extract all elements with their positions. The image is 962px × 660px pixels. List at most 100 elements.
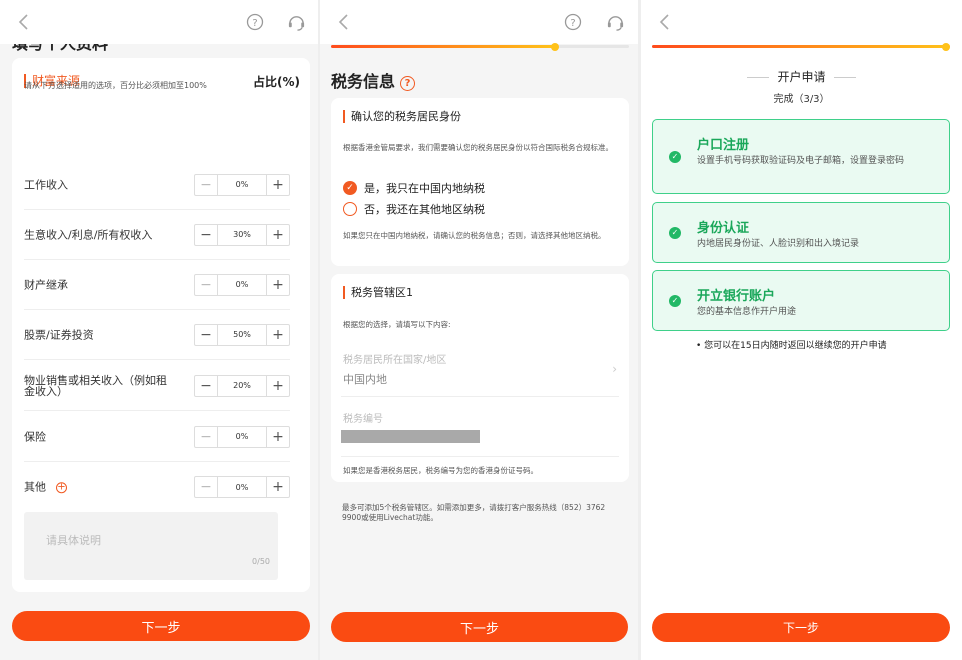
wealth-row: 其他 + − 0% + bbox=[24, 462, 290, 512]
next-button[interactable]: 下一步 bbox=[652, 613, 950, 642]
radio-empty-icon bbox=[343, 202, 357, 216]
wealth-row: 物业销售或相关收入（例如租金收入） − 20% + bbox=[24, 361, 290, 411]
wealth-row: 保险 − 0% + bbox=[24, 412, 290, 462]
footer-note: 最多可添加5个税务管辖区。如需添加更多，请拨打客户服务热线（852）3762 9… bbox=[342, 503, 606, 522]
question-circle-icon[interactable]: ? bbox=[400, 76, 416, 91]
headset-icon[interactable] bbox=[606, 13, 625, 32]
wealth-row: 工作收入 − 0% + bbox=[24, 160, 290, 210]
percent-stepper: − 0% + bbox=[194, 476, 290, 498]
step-title: 户口注册 bbox=[697, 138, 750, 153]
wealth-row: 股票/证券投资 − 50% + bbox=[24, 310, 290, 360]
card-description: 根据香港金管局要求，我们需要确认您的税务居民身份以符合国际税务合规标准。 bbox=[343, 143, 613, 152]
check-circle-icon: ✓ bbox=[669, 226, 681, 239]
radio-option-no[interactable]: 否，我还在其他地区纳税 bbox=[343, 201, 485, 217]
percent-value[interactable]: 0% bbox=[217, 174, 267, 195]
panel-tax-info: ? 税务信息? 确认您的税务居民身份 根据香港金管局要求，我们需要确认您的税务居… bbox=[320, 0, 638, 660]
percent-stepper: − 30% + bbox=[194, 223, 290, 246]
divider bbox=[341, 456, 619, 457]
percent-value[interactable]: 0% bbox=[217, 477, 267, 497]
title-rule bbox=[747, 77, 770, 78]
percent-stepper: − 0% + bbox=[194, 425, 290, 448]
row-label: 股票/证券投资 bbox=[24, 328, 94, 341]
percent-stepper: − 0% + bbox=[194, 273, 290, 296]
title-text: 开户申请 bbox=[777, 70, 826, 84]
row-label: 保险 bbox=[24, 430, 46, 443]
svg-text:?: ? bbox=[570, 18, 575, 29]
plus-button[interactable]: + bbox=[267, 275, 289, 295]
svg-text:?: ? bbox=[252, 18, 257, 29]
plus-button[interactable]: + bbox=[267, 225, 289, 245]
panel-application: 开户申请 完成（3/3） ✓ 户口注册 设置手机号码获取验证码及电子邮箱，设置登… bbox=[641, 0, 962, 660]
card-description: 根据您的选择，请填写以下内容: bbox=[343, 320, 451, 329]
percentage-header: 占比(%) bbox=[253, 75, 300, 89]
chevron-right-icon[interactable]: › bbox=[612, 362, 617, 376]
row-label-other: 其他 + bbox=[24, 481, 179, 493]
percent-value[interactable]: 0% bbox=[217, 426, 267, 447]
card-note: 如果您只在中国内地纳税，请确认您的税务信息；否则，请选择其他地区纳税。 bbox=[343, 231, 606, 240]
percent-stepper: − 50% + bbox=[194, 323, 290, 346]
minus-button[interactable]: − bbox=[195, 477, 217, 497]
progress-fill bbox=[652, 45, 950, 48]
chevron-left-icon[interactable] bbox=[334, 12, 354, 32]
page-subtitle: 完成（3/3） bbox=[773, 94, 830, 105]
step-title: 身份认证 bbox=[697, 221, 750, 236]
row-label: 财产继承 bbox=[24, 278, 68, 291]
tax-number-label: 税务编号 bbox=[343, 414, 383, 425]
minus-button[interactable]: − bbox=[195, 427, 217, 447]
question-circle-icon[interactable]: ? bbox=[246, 13, 264, 31]
percent-value[interactable]: 20% bbox=[217, 375, 267, 396]
char-counter: 0/50 bbox=[252, 557, 270, 566]
chevron-left-icon[interactable] bbox=[655, 12, 675, 32]
tax-number-input[interactable] bbox=[341, 430, 480, 443]
plus-button[interactable]: + bbox=[267, 325, 289, 345]
percent-value[interactable]: 30% bbox=[217, 224, 267, 245]
other-description-input[interactable]: 请具体说明 0/50 bbox=[24, 512, 278, 580]
step-desc: 内地居民身份证、人脸识别和出入境记录 bbox=[697, 239, 860, 249]
tax-residency-card: 确认您的税务居民身份 根据香港金管局要求，我们需要确认您的税务居民身份以符合国际… bbox=[331, 98, 629, 266]
chevron-left-icon[interactable] bbox=[14, 12, 34, 32]
radio-label: 否，我还在其他地区纳税 bbox=[364, 203, 485, 216]
check-circle-icon: ✓ bbox=[669, 294, 681, 307]
plus-button[interactable]: + bbox=[267, 376, 289, 396]
step-card: ✓ 户口注册 设置手机号码获取验证码及电子邮箱，设置登录密码 bbox=[652, 119, 950, 194]
row-label: 工作收入 bbox=[24, 178, 68, 191]
step-desc: 设置手机号码获取验证码及电子邮箱，设置登录密码 bbox=[697, 156, 905, 166]
tax-jurisdiction-card: 税务管辖区1 根据您的选择，请填写以下内容: 税务居民所在国家/地区 中国内地 … bbox=[331, 274, 629, 482]
country-select[interactable]: 中国内地 bbox=[343, 371, 387, 387]
plus-button[interactable]: + bbox=[267, 175, 289, 195]
step-card: ✓ 开立银行账户 您的基本信息作开户用途 bbox=[652, 270, 950, 331]
minus-button[interactable]: − bbox=[195, 325, 217, 345]
row-label: 物业销售或相关收入（例如租金收入） bbox=[24, 373, 167, 398]
row-label: 其他 bbox=[24, 480, 46, 494]
minus-button[interactable]: − bbox=[195, 376, 217, 396]
question-circle-icon[interactable]: ? bbox=[564, 13, 582, 31]
title-rule bbox=[833, 77, 856, 78]
card-note: 如果您是香港税务居民，税务编号为您的香港身份证号码。 bbox=[343, 466, 538, 475]
top-bar: ? bbox=[0, 0, 318, 44]
percent-stepper: − 0% + bbox=[194, 173, 290, 196]
add-circle-icon[interactable]: + bbox=[56, 481, 67, 493]
plus-button[interactable]: + bbox=[267, 427, 289, 447]
radio-option-yes[interactable]: ✓ 是，我只在中国内地纳税 bbox=[343, 180, 485, 196]
resume-note: • 您可以在15日内随时返回以继续您的开户申请 bbox=[696, 341, 887, 351]
minus-button[interactable]: − bbox=[195, 225, 217, 245]
next-button[interactable]: 下一步 bbox=[331, 612, 628, 642]
plus-button[interactable]: + bbox=[267, 477, 289, 497]
step-card: ✓ 身份认证 内地居民身份证、人脸识别和出入境记录 bbox=[652, 202, 950, 263]
hint-text: 请从下方选择适用的选项，百分比必须相加至100% bbox=[24, 81, 207, 90]
headset-icon[interactable] bbox=[287, 13, 306, 32]
next-button[interactable]: 下一步 bbox=[12, 611, 310, 641]
wealth-row: 生意收入/利息/所有权收入 − 30% + bbox=[24, 210, 290, 260]
minus-button[interactable]: − bbox=[195, 275, 217, 295]
minus-button[interactable]: − bbox=[195, 175, 217, 195]
percent-value[interactable]: 0% bbox=[217, 274, 267, 295]
page-title: 税务信息? bbox=[331, 68, 416, 92]
top-bar: ? bbox=[320, 0, 638, 44]
panel-personal-info: 填写个人资料 ? 财富来源 占比(%) 请从下方选择适用的选项，百分比必须相加至… bbox=[0, 0, 318, 660]
percent-value[interactable]: 50% bbox=[217, 324, 267, 345]
card-heading: 税务管辖区1 bbox=[343, 286, 413, 299]
progress-fill bbox=[331, 45, 555, 48]
progress-bar bbox=[652, 42, 950, 51]
textarea-placeholder: 请具体说明 bbox=[46, 534, 101, 547]
card-heading: 确认您的税务居民身份 bbox=[343, 110, 461, 123]
